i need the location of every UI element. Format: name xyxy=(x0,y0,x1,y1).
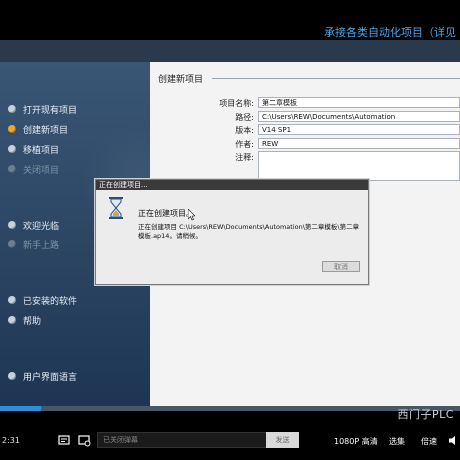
mouse-cursor-icon xyxy=(188,209,195,221)
sidebar-item-close-project[interactable]: 关闭项目 xyxy=(8,162,59,176)
cancel-button[interactable]: 取消 xyxy=(322,261,360,272)
sidebar-item-label: 用户界面语言 xyxy=(23,372,78,383)
send-button[interactable]: 发送 xyxy=(266,432,299,448)
sidebar-item-welcome[interactable]: 欢迎光临 xyxy=(8,218,59,232)
speed-button[interactable]: 倍速 xyxy=(421,436,437,447)
volume-icon[interactable] xyxy=(448,434,460,447)
comment-label: 注释: xyxy=(235,153,254,162)
sidebar-item-label: 帮助 xyxy=(23,316,42,327)
sidebar-item-label: 欢迎光临 xyxy=(23,221,60,232)
danmu-input[interactable]: 已关闭弹幕 xyxy=(97,432,267,448)
project-name-input[interactable]: 第二章模板 xyxy=(258,97,460,108)
divider xyxy=(212,78,460,79)
bullet-icon xyxy=(8,221,16,229)
bullet-icon xyxy=(8,105,16,113)
dialog-title: 正在创建项目... xyxy=(96,180,368,190)
player-top-bar xyxy=(0,0,460,22)
creating-project-dialog: 正在创建项目... 正在创建项目。 正在创建项目 C:\Users\REW\Do… xyxy=(95,179,369,285)
project-name-label: 项目名称: xyxy=(219,99,254,108)
author-input[interactable]: REW xyxy=(258,138,460,149)
dialog-message: 正在创建项目 C:\Users\REW\Documents\Automation… xyxy=(138,223,360,240)
video-title: 承接各类自动化项目（详见 xyxy=(324,26,456,39)
path-label: 路径: xyxy=(235,113,254,122)
version-field[interactable]: V14 SP1 xyxy=(258,124,460,135)
sidebar-item-label: 已安装的软件 xyxy=(23,296,78,307)
sidebar-item-help[interactable]: 帮助 xyxy=(8,313,41,327)
portal-header-strip xyxy=(0,40,460,62)
comment-textarea[interactable] xyxy=(258,151,460,181)
danmu-settings-icon[interactable] xyxy=(78,434,91,447)
version-label: 版本: xyxy=(235,126,254,135)
section-title: 创建新项目 xyxy=(158,75,204,85)
episodes-button[interactable]: 选集 xyxy=(389,436,405,447)
quality-selector[interactable]: 1080P 高清 xyxy=(334,436,378,447)
sidebar-item-ui-language[interactable]: 用户界面语言 xyxy=(8,369,77,383)
sidebar-item-create-project[interactable]: 创建新项目 xyxy=(8,122,68,136)
sidebar-item-label: 关闭项目 xyxy=(23,165,60,176)
bullet-icon xyxy=(8,125,16,133)
sidebar-item-migrate-project[interactable]: 移植项目 xyxy=(8,142,59,156)
sidebar-item-label: 新手上路 xyxy=(23,240,60,251)
hourglass-icon xyxy=(109,197,123,219)
author-label: 作者: xyxy=(235,140,254,149)
path-input[interactable]: C:\Users\REW\Documents\Automation xyxy=(258,111,460,122)
bullet-icon xyxy=(8,372,16,380)
bullet-icon xyxy=(8,145,16,153)
sidebar-item-label: 移植项目 xyxy=(23,145,60,156)
bullet-icon xyxy=(8,296,16,304)
sidebar-item-first-steps[interactable]: 新手上路 xyxy=(8,237,59,251)
sidebar-item-label: 打开现有项目 xyxy=(23,105,78,116)
sidebar-item-installed-software[interactable]: 已安装的软件 xyxy=(8,293,77,307)
playback-time: 2:31 xyxy=(2,436,20,445)
progress-fill xyxy=(0,406,42,411)
dialog-heading: 正在创建项目。 xyxy=(138,209,194,218)
watermark: 西门子PLC xyxy=(397,408,454,421)
sidebar-item-open-project[interactable]: 打开现有项目 xyxy=(8,102,77,116)
progress-track[interactable] xyxy=(0,406,460,411)
bullet-icon xyxy=(8,316,16,324)
danmu-toggle-icon[interactable] xyxy=(58,434,71,447)
sidebar-item-label: 创建新项目 xyxy=(23,125,69,136)
bullet-icon xyxy=(8,240,16,248)
bullet-icon xyxy=(8,165,16,173)
